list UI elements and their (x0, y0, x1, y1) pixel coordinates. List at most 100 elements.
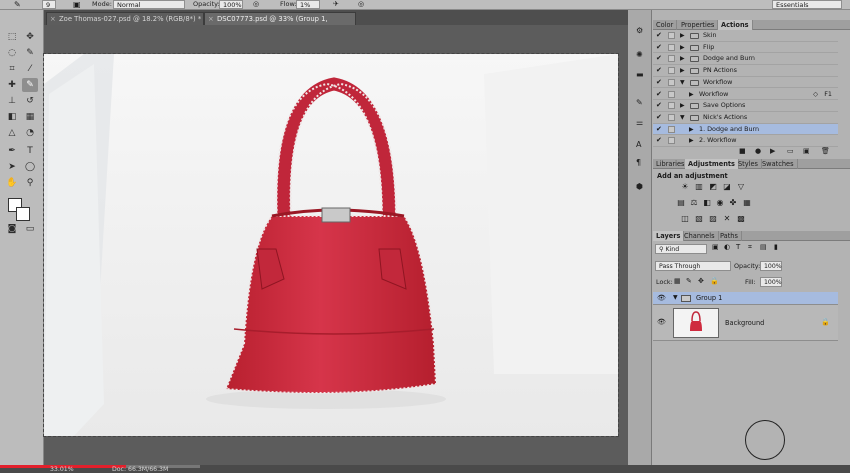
brush-tool-icon[interactable]: ✎ (22, 78, 38, 92)
dialog-toggle[interactable] (668, 137, 675, 145)
type-filter-icon[interactable]: T (736, 243, 740, 251)
ellipse-tool-icon[interactable]: ◯ (22, 160, 38, 174)
healing-brush-tool-icon[interactable]: ✚ (4, 78, 20, 92)
3d-icon[interactable]: ⬢ (636, 182, 643, 191)
pen-tool-icon[interactable]: ✒ (4, 144, 20, 158)
brightness-icon[interactable]: ☀ (680, 182, 690, 192)
lock-pixels-icon[interactable]: ✎ (686, 277, 692, 285)
tab-adjustments[interactable]: Adjustments (685, 159, 739, 169)
stop-icon[interactable]: ■ (739, 147, 746, 155)
gradient-map-icon[interactable]: ▩ (736, 214, 746, 224)
invert-icon[interactable]: ◫ (680, 214, 690, 224)
opacity-field[interactable]: 100% (219, 0, 243, 9)
black-white-icon[interactable]: ◧ (702, 198, 712, 208)
path-select-tool-icon[interactable]: ➤ (4, 160, 20, 174)
check-icon[interactable]: ✔ (656, 77, 662, 88)
lasso-tool-icon[interactable]: ◌ (4, 46, 20, 60)
action-row-workflow-set[interactable]: ✔ ▼ Workflow (653, 77, 838, 89)
trash-icon[interactable]: 🗑 (821, 147, 830, 155)
blend-mode-select[interactable]: Pass Through (655, 261, 731, 271)
clone-stamp-tool-icon[interactable]: ⊥ (4, 94, 20, 108)
expand-icon[interactable]: ▶ (689, 135, 694, 146)
layer-row-group-1[interactable]: 👁 ▼ Group 1 (653, 292, 838, 305)
dialog-toggle[interactable] (668, 78, 675, 86)
dodge-tool-icon[interactable]: ◔ (22, 126, 38, 140)
dialog-toggle[interactable] (668, 32, 675, 39)
marquee-tool-icon[interactable]: ⬚ (4, 30, 20, 44)
brush-panel-icon[interactable]: ▣ (73, 0, 81, 9)
new-action-icon[interactable]: ▣ (803, 147, 810, 155)
quick-mask-icon[interactable]: ◙ (4, 222, 20, 236)
mode-select[interactable]: Normal (113, 0, 185, 9)
tab-layers[interactable]: Layers (653, 231, 685, 241)
pressure-size-icon[interactable]: ◎ (358, 0, 364, 8)
lock-all-icon[interactable]: 🔒 (710, 277, 719, 285)
record-icon[interactable]: ● (755, 147, 761, 155)
lock-position-icon[interactable]: ✥ (698, 277, 704, 285)
dialog-toggle[interactable] (668, 102, 675, 110)
check-icon[interactable]: ✔ (656, 100, 662, 111)
expand-icon[interactable]: ▶ (689, 124, 694, 135)
curves-icon[interactable]: ◩ (708, 182, 718, 192)
expand-icon[interactable]: ▶ (680, 30, 685, 41)
close-icon[interactable]: × (208, 13, 214, 25)
selective-color-icon[interactable]: ✕ (722, 214, 732, 224)
history-brush-tool-icon[interactable]: ↺ (22, 94, 38, 108)
dialog-toggle[interactable] (668, 55, 675, 63)
posterize-icon[interactable]: ▧ (694, 214, 704, 224)
check-icon[interactable]: ✔ (656, 30, 662, 41)
brush-settings-icon[interactable]: ⚌ (636, 118, 643, 127)
crop-tool-icon[interactable]: ⌗ (4, 62, 20, 76)
flow-field[interactable]: 1% (296, 0, 320, 9)
layer-row-background[interactable]: 👁 Background 🔒 (653, 305, 838, 341)
new-set-icon[interactable]: ▭ (787, 147, 794, 155)
action-row-nicks-actions[interactable]: ✔ ▼ Nick's Actions (653, 112, 838, 124)
expand-icon[interactable]: ▶ (689, 89, 694, 100)
tab-styles[interactable]: Styles (735, 159, 762, 169)
navigator-icon[interactable]: ▬ (636, 70, 644, 79)
check-icon[interactable]: ✔ (656, 112, 662, 123)
screen-mode-icon[interactable]: ▭ (22, 222, 38, 236)
opacity-pressure-icon[interactable]: ◎ (253, 0, 259, 8)
document-canvas[interactable] (43, 53, 619, 437)
expand-icon[interactable]: ▶ (680, 65, 685, 76)
layer-filter-kind[interactable]: ⚲ Kind (655, 244, 707, 254)
color-lookup-icon[interactable]: ▦ (742, 198, 752, 208)
brush-size-picker[interactable]: 9 (42, 0, 56, 9)
pixel-filter-icon[interactable]: ▣ (712, 243, 719, 251)
check-icon[interactable]: ✔ (656, 89, 662, 100)
eraser-tool-icon[interactable]: ◧ (4, 110, 20, 124)
zoom-tool-icon[interactable]: ⚲ (22, 176, 38, 190)
character-icon[interactable]: A (636, 140, 641, 149)
fill-field[interactable]: 100% (760, 277, 782, 287)
action-row-save-options[interactable]: ✔ ▶ Save Options (653, 100, 838, 112)
tab-libraries[interactable]: Libraries (653, 159, 689, 169)
tab-actions[interactable]: Actions (718, 20, 753, 30)
check-icon[interactable]: ✔ (656, 53, 662, 64)
tab-swatches[interactable]: Swatches (759, 159, 798, 169)
hand-tool-icon[interactable]: ✋ (4, 176, 20, 190)
adjustment-filter-icon[interactable]: ◐ (724, 243, 730, 251)
hue-saturation-icon[interactable]: ▤ (676, 198, 686, 208)
dialog-toggle[interactable] (668, 125, 675, 133)
close-icon[interactable]: × (50, 13, 56, 25)
lock-transparency-icon[interactable]: ▦ (674, 277, 681, 285)
tab-color[interactable]: Color (653, 20, 678, 30)
history-icon[interactable]: ⚙ (636, 26, 643, 35)
check-icon[interactable]: ✔ (656, 124, 662, 135)
expand-icon[interactable]: ▶ (680, 53, 685, 64)
quick-select-tool-icon[interactable]: ✎ (22, 46, 38, 60)
action-row-pn-actions[interactable]: ✔ ▶ PN Actions (653, 65, 838, 77)
check-icon[interactable]: ✔ (656, 42, 662, 53)
photo-filter-icon[interactable]: ◉ (715, 198, 725, 208)
action-row-workflow[interactable]: ✔ ▶ Workflow F1 ◇ (653, 89, 838, 101)
action-row-2-workflow[interactable]: ✔ ▶ 2. Workflow (653, 135, 838, 147)
tab-properties[interactable]: Properties (678, 20, 719, 30)
zoom-level[interactable]: 33.01% (50, 466, 74, 473)
expand-icon[interactable]: ▶ (680, 42, 685, 53)
paragraph-icon[interactable]: ¶ (636, 158, 641, 167)
collapse-icon[interactable]: ▼ (673, 294, 678, 301)
expand-icon[interactable]: ▶ (680, 100, 685, 111)
blur-tool-icon[interactable]: △ (4, 126, 20, 140)
eyedropper-tool-icon[interactable]: ⁄ (22, 62, 38, 76)
